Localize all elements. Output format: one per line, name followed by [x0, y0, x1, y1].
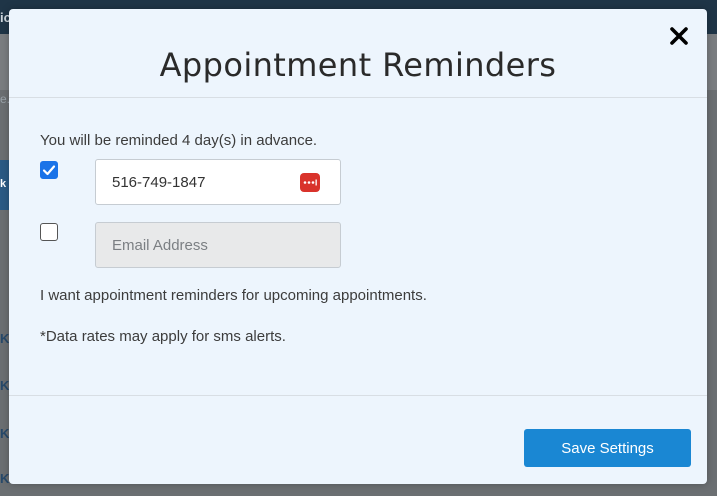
checkmark-icon	[42, 165, 56, 176]
data-rates-text: *Data rates may apply for sms alerts.	[40, 328, 286, 345]
close-button[interactable]	[668, 25, 690, 47]
modal-title: Appointment Reminders	[159, 46, 557, 84]
email-checkbox[interactable]	[40, 223, 58, 241]
sms-checkbox[interactable]	[40, 161, 58, 179]
password-manager-icon	[300, 173, 320, 192]
save-settings-button[interactable]: Save Settings	[524, 429, 691, 467]
password-manager-button[interactable]	[300, 173, 320, 192]
close-x-icon	[670, 27, 688, 45]
modal-header: Appointment Reminders	[9, 9, 707, 98]
advance-reminder-text: You will be reminded 4 day(s) in advance…	[40, 132, 318, 149]
email-address-field[interactable]	[95, 222, 341, 268]
background-button-text: k	[0, 178, 7, 190]
reminder-info-text: I want appointment reminders for upcomin…	[40, 287, 427, 304]
appointment-reminders-modal: Appointment Reminders You will be remind…	[9, 9, 707, 484]
footer-divider	[9, 395, 707, 396]
